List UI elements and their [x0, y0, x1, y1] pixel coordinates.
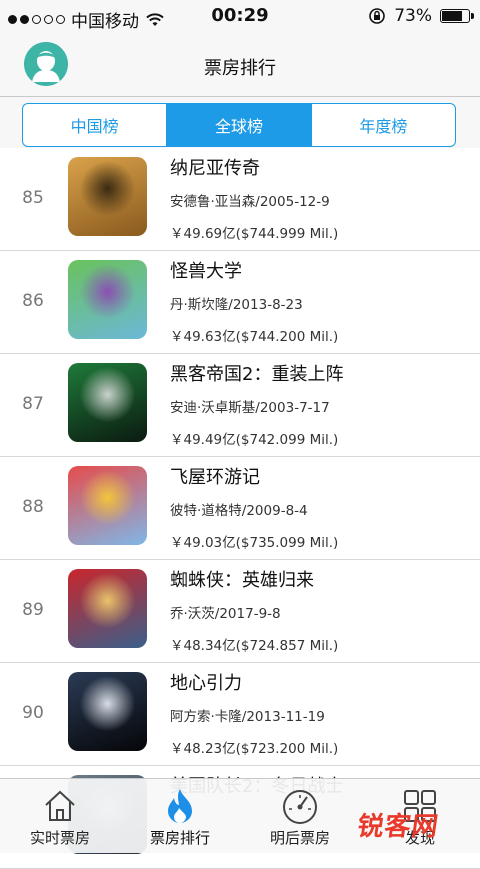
- tab-yearly[interactable]: 年度榜: [312, 104, 455, 146]
- tab-label: 实时票房: [29, 829, 90, 847]
- site-watermark: 锐客网: [355, 812, 441, 842]
- rank-number: 89: [22, 600, 44, 620]
- movie-poster: [68, 260, 147, 339]
- movie-director-date: 阿方索·卡隆/2013-11-19: [170, 709, 325, 725]
- list-item[interactable]: 86 怪兽大学 丹·斯坎隆/2013-8-23 ￥49.63亿($744.200…: [0, 251, 480, 354]
- tab-label: 票房排行: [149, 829, 210, 847]
- tab-global[interactable]: 全球榜: [167, 104, 312, 146]
- movie-director-date: 安迪·沃卓斯基/2003-7-17: [170, 400, 330, 416]
- rotation-lock-icon: [369, 8, 386, 24]
- tab-upcoming-box-office[interactable]: 明后票房: [240, 779, 360, 853]
- rank-number: 87: [22, 394, 44, 414]
- movie-box-office: ￥49.03亿($735.099 Mil.): [170, 535, 339, 551]
- movie-title: 地心引力: [170, 673, 242, 694]
- movie-title: 蜘蛛侠：英雄归来: [170, 570, 314, 591]
- list-item[interactable]: 88 飞屋环游记 彼特·道格特/2009-8-4 ￥49.03亿($735.09…: [0, 457, 480, 560]
- page-title: 票房排行: [204, 58, 276, 79]
- movie-director-date: 丹·斯坎隆/2013-8-23: [170, 297, 303, 313]
- movie-poster: [68, 157, 147, 236]
- list-item[interactable]: 90 地心引力 阿方索·卡隆/2013-11-19 ￥48.23亿($723.2…: [0, 663, 480, 766]
- status-right: 73%: [368, 6, 474, 26]
- tab-china[interactable]: 中国榜: [23, 104, 168, 146]
- tab-realtime-box-office[interactable]: 实时票房: [0, 779, 120, 853]
- tab-box-office-ranking[interactable]: 票房排行: [120, 779, 240, 853]
- movie-poster: [68, 466, 147, 545]
- rank-number: 88: [22, 497, 44, 517]
- list-item[interactable]: 89 蜘蛛侠：英雄归来 乔·沃茨/2017-9-8 ￥48.34亿($724.8…: [0, 560, 480, 663]
- battery-icon: [440, 9, 474, 23]
- movie-title: 黑客帝国2：重装上阵: [170, 364, 344, 385]
- battery-percent: 73%: [394, 6, 432, 26]
- movie-box-office: ￥48.23亿($723.200 Mil.): [170, 741, 339, 757]
- rank-number: 90: [22, 703, 44, 723]
- movie-box-office: ￥49.69亿($744.999 Mil.): [170, 226, 339, 242]
- nav-header: 票房排行: [0, 34, 480, 97]
- movie-director-date: 乔·沃茨/2017-9-8: [170, 606, 281, 622]
- rank-number: 86: [22, 291, 44, 311]
- home-icon: [45, 790, 75, 821]
- movie-title: 怪兽大学: [170, 261, 242, 282]
- movie-title: 纳尼亚传奇: [170, 158, 260, 179]
- movie-poster: [68, 569, 147, 648]
- movie-poster: [68, 672, 147, 751]
- tab-label: 明后票房: [269, 829, 330, 847]
- movie-ranking-list: 85 纳尼亚传奇 安德鲁·亚当森/2005-12-9 ￥49.69亿($744.…: [0, 148, 480, 869]
- movie-director-date: 安德鲁·亚当森/2005-12-9: [170, 194, 330, 210]
- movie-title: 飞屋环游记: [170, 467, 260, 488]
- status-bar: 中国移动 00:29 73%: [0, 0, 480, 34]
- flame-icon: [168, 789, 192, 823]
- gauge-icon: [283, 790, 317, 824]
- movie-director-date: 彼特·道格特/2009-8-4: [170, 503, 308, 519]
- list-item[interactable]: 87 黑客帝国2：重装上阵 安迪·沃卓斯基/2003-7-17 ￥49.49亿(…: [0, 354, 480, 457]
- list-item[interactable]: 85 纳尼亚传奇 安德鲁·亚当森/2005-12-9 ￥49.69亿($744.…: [0, 148, 480, 251]
- movie-box-office: ￥49.63亿($744.200 Mil.): [170, 329, 339, 345]
- movie-poster: [68, 363, 147, 442]
- ranking-segmented-control: 中国榜 全球榜 年度榜: [22, 103, 456, 147]
- rank-number: 85: [22, 188, 44, 208]
- movie-box-office: ￥49.49亿($742.099 Mil.): [170, 432, 339, 448]
- movie-box-office: ￥48.34亿($724.857 Mil.): [170, 638, 339, 654]
